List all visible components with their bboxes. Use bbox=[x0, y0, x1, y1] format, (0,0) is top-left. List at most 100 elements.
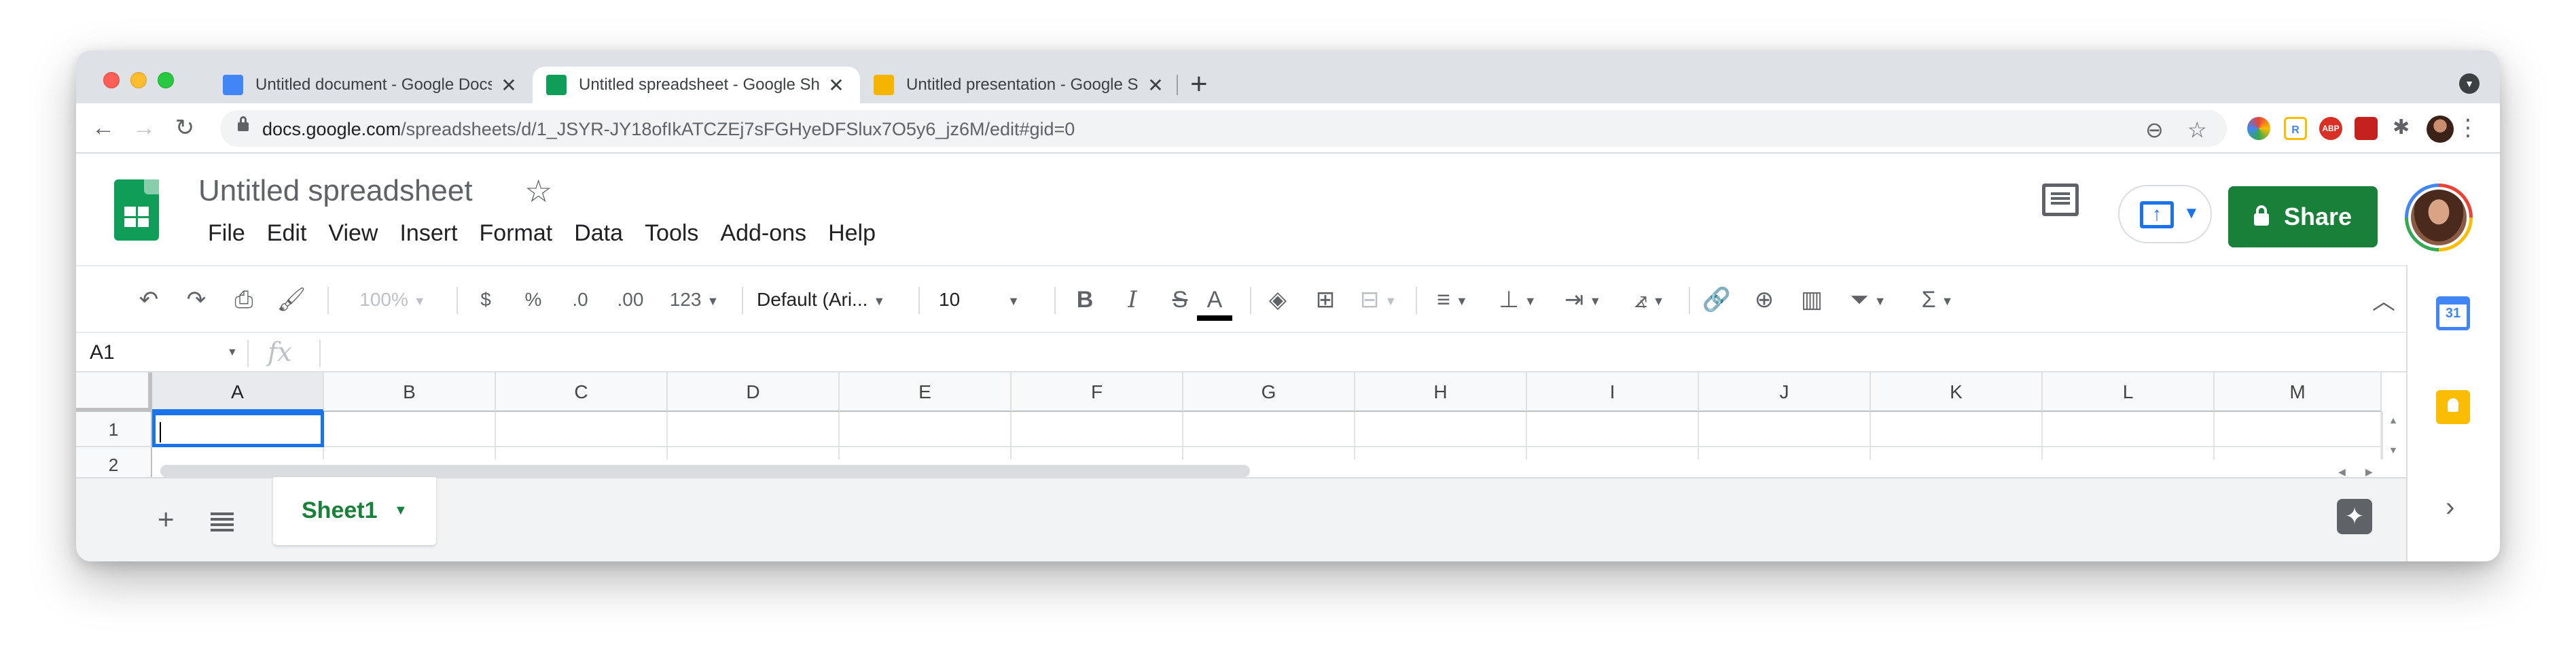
all-sheets-icon[interactable] bbox=[211, 512, 234, 532]
browser-tab-sheets[interactable]: Untitled spreadsheet - Google Sheets ✕ bbox=[533, 67, 860, 103]
menu-help[interactable]: Help bbox=[817, 217, 887, 249]
sheet-tab-sheet1[interactable]: Sheet1 ▼ bbox=[273, 477, 436, 545]
scroll-down-icon[interactable]: ▼ bbox=[2389, 445, 2398, 455]
keep-icon[interactable] bbox=[2436, 390, 2470, 424]
close-window-button[interactable] bbox=[103, 72, 120, 88]
menu-view[interactable]: View bbox=[317, 217, 389, 249]
lock-icon[interactable] bbox=[238, 116, 249, 131]
column-header-m[interactable]: M bbox=[2215, 372, 2382, 412]
select-all-corner[interactable] bbox=[76, 372, 152, 412]
column-header-i[interactable]: I bbox=[1527, 372, 1699, 412]
menu-add-ons[interactable]: Add-ons bbox=[709, 217, 817, 249]
column-header-k[interactable]: K bbox=[1871, 372, 2043, 412]
vertical-align-icon[interactable]: ⊥ ▼ bbox=[1492, 283, 1543, 317]
cell-g1[interactable] bbox=[1183, 412, 1355, 447]
insert-chart-icon[interactable]: ▥ bbox=[1795, 283, 1829, 317]
tab-search-icon[interactable]: ▼ bbox=[2459, 73, 2480, 94]
name-box[interactable]: A1 bbox=[90, 341, 115, 364]
browser-profile-avatar[interactable] bbox=[2427, 116, 2454, 143]
row-header-2[interactable]: 2 bbox=[76, 447, 152, 477]
adblock-extension-icon[interactable]: ABP bbox=[2319, 117, 2342, 140]
horizontal-align-icon[interactable]: ≡ ▼ bbox=[1427, 283, 1478, 317]
reload-icon[interactable]: ↻ bbox=[170, 113, 200, 143]
font-family-select[interactable]: Default (Ari... ▼ bbox=[757, 283, 906, 317]
star-icon[interactable]: ☆ bbox=[524, 173, 552, 209]
cell-f1[interactable] bbox=[1012, 412, 1183, 447]
print-icon[interactable]: ⎙ bbox=[227, 283, 261, 317]
increase-decimal-button[interactable]: .00 bbox=[605, 283, 656, 317]
cell-j1[interactable] bbox=[1699, 412, 1871, 447]
undo-icon[interactable]: ↶ bbox=[132, 283, 166, 317]
text-wrapping-icon[interactable]: ⇥ ▼ bbox=[1557, 283, 1609, 317]
zoom-icon[interactable]: ⊖ bbox=[2145, 117, 2164, 143]
more-formats-button[interactable]: 123 ▼ bbox=[660, 283, 728, 317]
scroll-up-icon[interactable]: ▲ bbox=[2389, 415, 2398, 425]
minimize-window-button[interactable] bbox=[130, 72, 147, 88]
sheets-logo-icon[interactable] bbox=[114, 179, 159, 241]
text-color-button[interactable]: A bbox=[1197, 283, 1232, 317]
cell-h1[interactable] bbox=[1355, 412, 1527, 447]
column-header-l[interactable]: L bbox=[2043, 372, 2215, 412]
scroll-right-icon[interactable]: ▶ bbox=[2365, 466, 2373, 477]
column-header-d[interactable]: D bbox=[668, 372, 840, 412]
fullscreen-window-button[interactable] bbox=[158, 72, 174, 88]
forward-icon[interactable]: → bbox=[129, 113, 159, 143]
fill-color-icon[interactable]: ◈ bbox=[1261, 283, 1295, 317]
bold-button[interactable]: B bbox=[1068, 283, 1102, 317]
cell-i1[interactable] bbox=[1527, 412, 1699, 447]
collapse-toolbar-icon[interactable]: ︿ bbox=[2372, 283, 2395, 316]
redo-icon[interactable]: ↷ bbox=[179, 283, 213, 317]
cell-k1[interactable] bbox=[1871, 412, 2043, 447]
decrease-decimal-button[interactable]: .0 bbox=[560, 283, 601, 317]
red-extension-icon[interactable] bbox=[2355, 117, 2378, 140]
merge-cells-icon[interactable]: ⊟ ▼ bbox=[1355, 283, 1402, 317]
browser-tab-docs[interactable]: Untitled document - Google Docs ✕ bbox=[209, 67, 533, 103]
column-header-h[interactable]: H bbox=[1355, 372, 1527, 412]
italic-button[interactable]: I bbox=[1115, 283, 1149, 317]
menu-insert[interactable]: Insert bbox=[389, 217, 468, 249]
paint-format-icon[interactable]: 🖌 bbox=[274, 283, 308, 317]
explore-icon[interactable]: ✦ bbox=[2337, 499, 2372, 534]
currency-format-button[interactable]: $ bbox=[469, 283, 503, 317]
close-tab-icon[interactable]: ✕ bbox=[499, 74, 519, 97]
strikethrough-button[interactable]: S bbox=[1163, 283, 1197, 317]
insert-link-icon[interactable]: 🔗 bbox=[1700, 283, 1734, 317]
menu-edit[interactable]: Edit bbox=[256, 217, 318, 249]
r-extension-icon[interactable]: R bbox=[2284, 117, 2307, 140]
menu-tools[interactable]: Tools bbox=[634, 217, 709, 249]
comment-history-icon[interactable] bbox=[2042, 184, 2079, 216]
formula-input[interactable] bbox=[329, 338, 2394, 368]
row-header-1[interactable]: 1 bbox=[76, 412, 152, 447]
insert-comment-icon[interactable]: ⊕ bbox=[1747, 283, 1781, 317]
column-header-a[interactable]: A bbox=[152, 372, 324, 412]
menu-file[interactable]: File bbox=[197, 217, 256, 249]
horizontal-scrollbar-thumb[interactable] bbox=[160, 465, 1250, 477]
share-button[interactable]: Share bbox=[2228, 186, 2378, 247]
close-tab-icon[interactable]: ✕ bbox=[1145, 74, 1166, 97]
functions-button[interactable]: Σ ▼ bbox=[1910, 283, 1965, 317]
borders-icon[interactable]: ⊞ bbox=[1308, 283, 1342, 317]
document-title[interactable]: Untitled spreadsheet bbox=[198, 174, 473, 208]
calendar-icon[interactable]: 31 bbox=[2436, 296, 2470, 330]
cell-a1[interactable] bbox=[152, 412, 324, 447]
back-icon[interactable]: ← bbox=[88, 113, 118, 143]
new-tab-button[interactable]: + bbox=[1190, 69, 1208, 99]
menu-data[interactable]: Data bbox=[563, 217, 634, 249]
column-header-f[interactable]: F bbox=[1012, 372, 1183, 412]
cell-b1[interactable] bbox=[324, 412, 496, 447]
zoom-select[interactable]: 100% ▼ bbox=[345, 283, 440, 317]
column-header-c[interactable]: C bbox=[496, 372, 668, 412]
cell-c1[interactable] bbox=[496, 412, 668, 447]
column-header-g[interactable]: G bbox=[1183, 372, 1355, 412]
color-picker-extension-icon[interactable] bbox=[2247, 117, 2270, 140]
chevron-down-icon[interactable]: ▼ bbox=[394, 503, 408, 519]
text-rotation-icon[interactable]: ⦨ ▼ bbox=[1622, 283, 1677, 317]
chevron-down-icon[interactable]: ▼ bbox=[227, 347, 238, 359]
font-size-select[interactable]: 10 ▼ bbox=[939, 283, 1041, 317]
browser-menu-icon[interactable]: ⋮ bbox=[2456, 114, 2480, 141]
bookmark-star-icon[interactable]: ☆ bbox=[2187, 117, 2207, 143]
address-bar[interactable]: docs.google.com/spreadsheets/d/1_JSYR-JY… bbox=[220, 110, 2227, 147]
browser-tab-slides[interactable]: Untitled presentation - Google Slides ✕ bbox=[860, 67, 1179, 103]
url-text[interactable]: docs.google.com/spreadsheets/d/1_JSYR-JY… bbox=[262, 119, 1075, 140]
menu-format[interactable]: Format bbox=[469, 217, 564, 249]
